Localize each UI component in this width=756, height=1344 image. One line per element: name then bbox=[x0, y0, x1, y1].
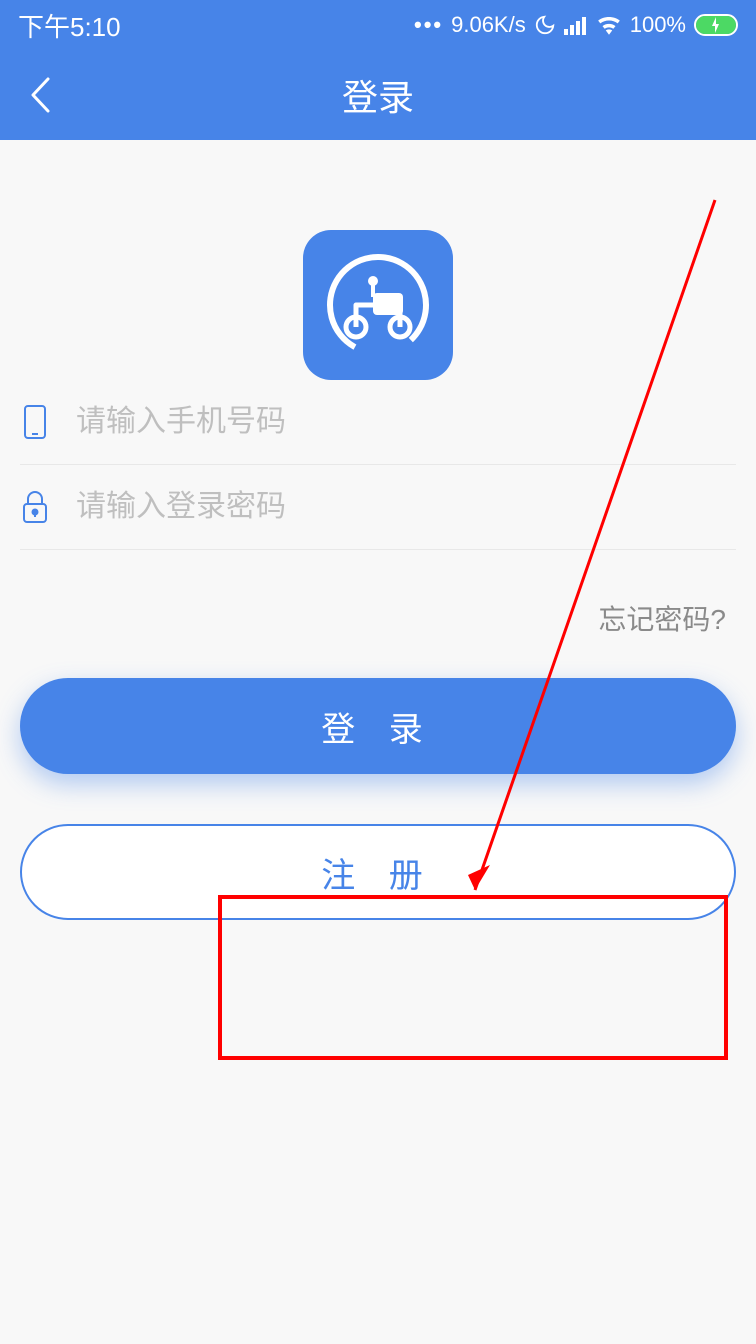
wifi-icon bbox=[596, 15, 622, 35]
phone-icon bbox=[20, 404, 50, 440]
more-dots-icon: ••• bbox=[414, 12, 443, 38]
register-button[interactable]: 注 册 bbox=[20, 824, 736, 920]
battery-icon bbox=[694, 14, 738, 36]
password-input-group bbox=[20, 465, 736, 550]
nav-bar: 登录 bbox=[0, 50, 756, 140]
password-input[interactable] bbox=[76, 490, 736, 524]
app-logo bbox=[303, 230, 453, 380]
phone-input-group bbox=[20, 380, 736, 465]
status-time: 下午5:10 bbox=[18, 7, 121, 44]
status-indicators: ••• 9.06K/s 100% bbox=[414, 12, 738, 38]
back-button[interactable] bbox=[20, 75, 60, 115]
login-form: 忘记密码? 登 录 注 册 bbox=[0, 230, 756, 920]
page-title: 登录 bbox=[0, 69, 756, 121]
do-not-disturb-icon bbox=[534, 14, 556, 36]
login-button[interactable]: 登 录 bbox=[20, 678, 736, 774]
signal-icon bbox=[564, 15, 588, 35]
network-speed: 9.06K/s bbox=[451, 12, 526, 38]
lock-icon bbox=[20, 489, 50, 525]
battery-percent: 100% bbox=[630, 12, 686, 38]
status-bar: 下午5:10 ••• 9.06K/s 100% bbox=[0, 0, 756, 50]
forgot-password-link[interactable]: 忘记密码? bbox=[598, 604, 726, 635]
forgot-password-row: 忘记密码? bbox=[20, 550, 736, 638]
phone-input[interactable] bbox=[76, 405, 736, 439]
